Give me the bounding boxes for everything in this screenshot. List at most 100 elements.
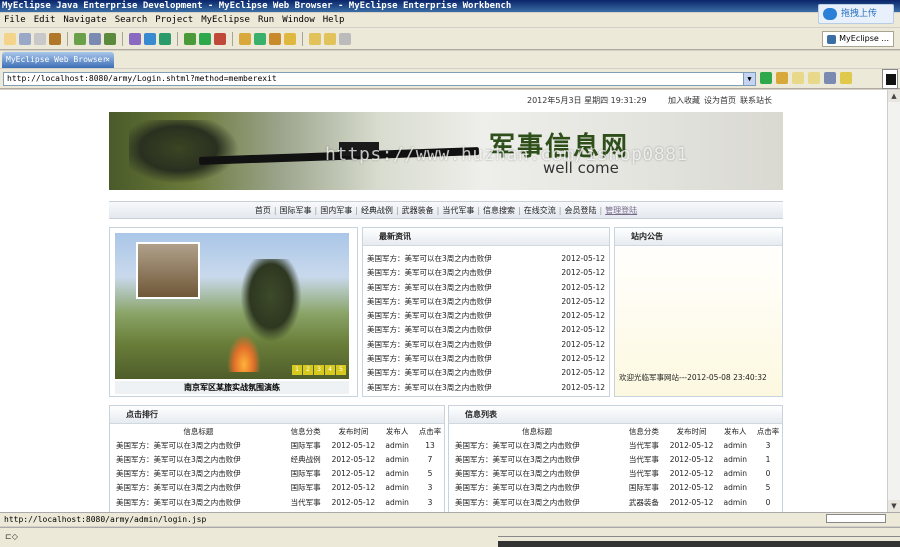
- url-input[interactable]: http://localhost:8080/army/Login.shtml?m…: [3, 72, 756, 86]
- cell-title[interactable]: 美国军方：美军可以在3周之内击败伊: [453, 495, 621, 509]
- table-row[interactable]: 美国军方：美军可以在3周之内击败伊 当代军事 2012-05-12 admin 3: [114, 495, 444, 509]
- vertical-scrollbar[interactable]: ▲ ▼: [887, 90, 900, 512]
- go-icon[interactable]: [760, 72, 772, 84]
- nav-member-login[interactable]: 会员登陆: [561, 205, 599, 216]
- pager-dot[interactable]: 2: [303, 365, 313, 375]
- list-item[interactable]: 美国军方：美军可以在3周之内击败伊 2012-05-12: [367, 366, 605, 380]
- gear-icon[interactable]: [74, 32, 86, 45]
- menu-edit[interactable]: Edit: [30, 13, 60, 27]
- cell-title[interactable]: 美国军方：美军可以在3周之内击败伊: [453, 467, 621, 481]
- table-row[interactable]: 美国军方：美军可以在3周之内击败伊 国际军事 2012-05-12 admin 5: [453, 481, 782, 495]
- table-row[interactable]: 美国军方：美军可以在3周之内击败伊 武器装备 2012-05-12 admin 0: [453, 495, 782, 509]
- scroll-down-icon[interactable]: ▼: [888, 500, 900, 512]
- table-row[interactable]: 美国军方：美军可以在3周之内击败伊 经典战例 2012-05-12 admin 7: [114, 452, 444, 466]
- cell-title[interactable]: 美国军方：美军可以在3周之内击败伊: [114, 495, 283, 509]
- menu-project[interactable]: Project: [151, 13, 197, 27]
- wizard-icon[interactable]: [129, 32, 141, 45]
- favorites-icon[interactable]: [776, 72, 788, 84]
- fast-view-icon[interactable]: ⊏◇: [5, 532, 18, 541]
- link-add-favorite[interactable]: 加入收藏: [668, 95, 700, 106]
- deploy-icon[interactable]: [104, 32, 116, 45]
- menu-window[interactable]: Window: [278, 13, 319, 27]
- list-item[interactable]: 美国军方：美军可以在3周之内击败伊 2012-05-12: [367, 252, 605, 266]
- nav-admin-login[interactable]: 管理登陆: [602, 205, 640, 216]
- news-title[interactable]: 美国军方：美军可以在3周之内击败伊: [367, 266, 492, 280]
- tab-web-browser[interactable]: MyEclipse Web Browser ×: [2, 52, 114, 68]
- pager-dot[interactable]: 4: [325, 365, 335, 375]
- menu-search[interactable]: Search: [111, 13, 152, 27]
- cell-title[interactable]: 美国军方：美军可以在3周之内击败伊: [114, 452, 283, 466]
- print-icon[interactable]: [34, 32, 46, 45]
- list-item[interactable]: 美国军方：美军可以在3周之内击败伊 2012-05-12: [367, 309, 605, 323]
- news-title[interactable]: 美国军方：美军可以在3周之内击败伊: [367, 252, 492, 266]
- cell-title[interactable]: 美国军方：美军可以在3周之内击败伊: [114, 467, 283, 481]
- external-tools-icon[interactable]: [214, 32, 226, 45]
- table-row[interactable]: 美国军方：美军可以在3周之内击败伊 当代军事 2012-05-12 admin 0: [453, 467, 782, 481]
- menu-myeclipse[interactable]: MyEclipse: [197, 13, 254, 27]
- photo-caption[interactable]: 南京军区某旅实战氛围演练: [115, 381, 349, 394]
- new-icon[interactable]: [4, 32, 16, 45]
- bug-icon[interactable]: [184, 32, 196, 45]
- forward-icon[interactable]: [324, 32, 336, 45]
- news-title[interactable]: 美国军方：美军可以在3周之内击败伊: [367, 323, 492, 337]
- list-item[interactable]: 美国军方：美军可以在3周之内击败伊 2012-05-12: [367, 295, 605, 309]
- list-item[interactable]: 美国军方：美军可以在3周之内击败伊 2012-05-12: [367, 266, 605, 280]
- pager-dot[interactable]: 5: [336, 365, 346, 375]
- table-row[interactable]: 美国军方：美军可以在3周之内击败伊 国际军事 2012-05-12 admin 3: [114, 481, 444, 495]
- run-icon[interactable]: [199, 32, 211, 45]
- cell-title[interactable]: 美国军方：美军可以在3周之内击败伊: [453, 438, 621, 452]
- link-set-homepage[interactable]: 设为首页: [704, 95, 736, 106]
- news-title[interactable]: 美国军方：美军可以在3周之内击败伊: [367, 281, 492, 295]
- globe-icon[interactable]: [159, 32, 171, 45]
- list-item[interactable]: 美国军方：美军可以在3周之内击败伊 2012-05-12: [367, 338, 605, 352]
- table-row[interactable]: 美国军方：美军可以在3周之内击败伊 国际军事 2012-05-12 admin 5: [114, 467, 444, 481]
- nav-online-chat[interactable]: 在线交流: [521, 205, 559, 216]
- slideshow-image[interactable]: [115, 233, 349, 379]
- news-title[interactable]: 美国军方：美军可以在3周之内击败伊: [367, 338, 492, 352]
- stop-icon[interactable]: [824, 72, 836, 84]
- cloud-upload-button[interactable]: 拖拽上传: [818, 4, 894, 24]
- table-row[interactable]: 美国军方：美军可以在3周之内击败伊 当代军事 2012-05-12 admin 1: [453, 452, 782, 466]
- cell-title[interactable]: 美国军方：美军可以在3周之内击败伊: [453, 452, 621, 466]
- refresh-icon[interactable]: [840, 72, 852, 84]
- table-row[interactable]: 美国军方：美军可以在3周之内击败伊 当代军事 2012-05-12 admin 3: [453, 438, 782, 452]
- link-contact[interactable]: 联系站长: [740, 95, 772, 106]
- cell-title[interactable]: 美国军方：美军可以在3周之内击败伊: [114, 438, 283, 452]
- nav-domestic[interactable]: 国内军事: [317, 205, 355, 216]
- nav-contemporary[interactable]: 当代军事: [439, 205, 477, 216]
- menu-run[interactable]: Run: [254, 13, 278, 27]
- list-item[interactable]: 美国军方：美军可以在3周之内击败伊 2012-05-12: [367, 381, 605, 395]
- package-icon[interactable]: [49, 32, 61, 45]
- news-title[interactable]: 美国军方：美军可以在3周之内击败伊: [367, 381, 492, 395]
- cell-title[interactable]: 美国军方：美军可以在3周之内击败伊: [114, 481, 283, 495]
- nav-classic-battles[interactable]: 经典战例: [358, 205, 396, 216]
- pager-dot[interactable]: 3: [314, 365, 324, 375]
- table-row[interactable]: 美国军方：美军可以在3周之内击败伊 国际军事 2012-05-12 admin 13: [114, 438, 444, 452]
- open-type-icon[interactable]: [269, 32, 281, 45]
- perspective-switcher[interactable]: MyEclipse ...: [822, 31, 894, 47]
- forward-icon[interactable]: [808, 72, 820, 84]
- server-icon[interactable]: [89, 32, 101, 45]
- news-title[interactable]: 美国军方：美军可以在3周之内击败伊: [367, 295, 492, 309]
- save-icon[interactable]: [19, 32, 31, 45]
- list-item[interactable]: 美国军方：美军可以在3周之内击败伊 2012-05-12: [367, 323, 605, 337]
- list-item[interactable]: 美国军方：美军可以在3周之内击败伊 2012-05-12: [367, 281, 605, 295]
- nav-weapons[interactable]: 武器装备: [399, 205, 437, 216]
- new-package-icon[interactable]: [239, 32, 251, 45]
- search-icon[interactable]: [284, 32, 296, 45]
- browser-icon[interactable]: [144, 32, 156, 45]
- scroll-up-icon[interactable]: ▲: [888, 90, 900, 102]
- news-title[interactable]: 美国军方：美军可以在3周之内击败伊: [367, 352, 492, 366]
- nav-search[interactable]: 信息搜索: [480, 205, 518, 216]
- menu-file[interactable]: File: [0, 13, 30, 27]
- nav-home[interactable]: 首页: [252, 205, 274, 216]
- pager-dot[interactable]: 1: [292, 365, 302, 375]
- list-item[interactable]: 美国军方：美军可以在3周之内击败伊 2012-05-12: [367, 352, 605, 366]
- nav-international[interactable]: 国际军事: [277, 205, 315, 216]
- console-toggle[interactable]: [882, 69, 898, 89]
- menu-help[interactable]: Help: [319, 13, 349, 27]
- news-title[interactable]: 美国军方：美军可以在3周之内击败伊: [367, 309, 492, 323]
- chevron-down-icon[interactable]: ▼: [743, 73, 755, 85]
- new-class-icon[interactable]: [254, 32, 266, 45]
- menu-navigate[interactable]: Navigate: [59, 13, 110, 27]
